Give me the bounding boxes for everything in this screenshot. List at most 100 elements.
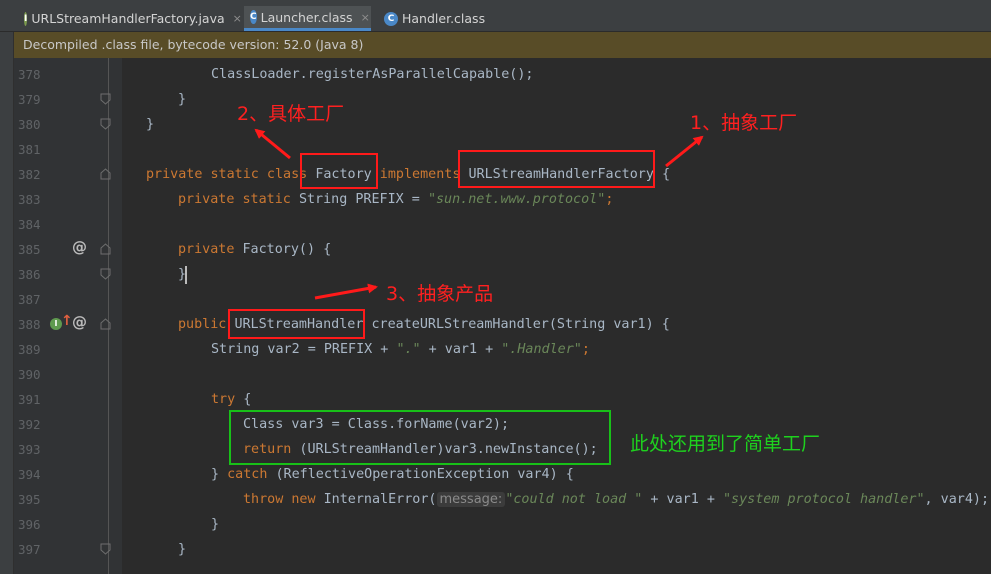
string-literal: "system protocol handler" — [723, 492, 925, 507]
override-at-icon[interactable]: @ — [72, 238, 87, 256]
code-line: 387 — [0, 287, 991, 312]
code-line: 379 } — [0, 87, 991, 112]
code-line: 383 private static String PREFIX = "sun.… — [0, 187, 991, 212]
line-number: 380 — [18, 117, 41, 132]
text-caret — [185, 266, 187, 284]
tab-launcher[interactable]: C Launcher.class × — [244, 6, 371, 31]
punct: } — [211, 467, 228, 482]
code-fragment: createURLStreamHandler(String var1) { — [363, 317, 670, 332]
annotation-box-urlstreamhandler — [228, 309, 365, 339]
line-number: 378 — [18, 67, 41, 82]
line-number: 387 — [18, 292, 41, 307]
code-text: } — [146, 117, 155, 132]
line-number: 381 — [18, 142, 41, 157]
punct: ; — [581, 342, 590, 357]
keyword: private — [178, 242, 243, 257]
keyword: private static — [178, 192, 299, 207]
line-number: 397 — [18, 542, 41, 557]
tab-label: Handler.class — [402, 11, 486, 26]
editor-tab-bar: I URLStreamHandlerFactory.java × C Launc… — [0, 0, 991, 32]
code-fragment: InternalError( — [323, 492, 437, 507]
class-icon: C — [384, 11, 398, 26]
code-fragment: String PREFIX = — [298, 192, 428, 207]
code-line: 390 — [0, 362, 991, 387]
keyword: public — [178, 317, 235, 332]
code-text: } — [211, 517, 220, 532]
code-text: private Factory() { — [178, 237, 331, 262]
annotation-label-concrete-factory: 2、具体工厂 — [237, 103, 345, 125]
keyword: implements — [371, 167, 469, 182]
code-line: 389 String var2 = PREFIX + "." + var1 + … — [0, 337, 991, 362]
annotation-box-factory — [300, 153, 378, 189]
line-number: 391 — [18, 392, 41, 407]
code-line: 378 ClassLoader.registerAsParallelCapabl… — [0, 62, 991, 87]
keyword: private static class — [146, 167, 316, 182]
code-text: private static String PREFIX = "sun.net.… — [178, 187, 613, 212]
code-fragment: (ReflectiveOperationException var4) { — [267, 467, 574, 482]
tab-urlstreamhandlerfactory[interactable]: I URLStreamHandlerFactory.java × — [18, 6, 242, 31]
annotation-label-abstract-factory: 1、抽象工厂 — [690, 112, 798, 134]
code-fragment: + var1 + — [642, 492, 723, 507]
code-text: } catch (ReflectiveOperationException va… — [211, 462, 574, 487]
code-line: 394 } catch (ReflectiveOperationExceptio… — [0, 462, 991, 487]
close-icon[interactable]: × — [233, 12, 242, 25]
line-number: 394 — [18, 467, 41, 482]
annotation-box-simple-factory — [229, 410, 611, 465]
line-number: 393 — [18, 442, 41, 457]
code-line: 388 public URLStreamHandler createURLStr… — [0, 312, 991, 337]
class-icon: C — [250, 10, 257, 24]
code-line: 391 try { — [0, 387, 991, 412]
line-number: 385 — [18, 242, 41, 257]
line-number: 390 — [18, 367, 41, 382]
code-line: 386 } — [0, 262, 991, 287]
line-number: 383 — [18, 192, 41, 207]
tab-label: Launcher.class — [260, 9, 353, 25]
code-text: String var2 = PREFIX + "." + var1 + ".Ha… — [211, 337, 590, 362]
code-fragment: String var2 = PREFIX + — [211, 342, 397, 357]
line-number: 379 — [18, 92, 41, 107]
fold-end-icon[interactable] — [100, 118, 111, 130]
fold-end-icon[interactable] — [100, 543, 111, 555]
code-fragment: , var4); — [924, 492, 990, 507]
line-number: 395 — [18, 492, 41, 507]
parameter-hint: message: — [436, 492, 506, 507]
punct: { — [235, 392, 252, 407]
code-line: 396 } — [0, 512, 991, 537]
code-text: throw new InternalError(message: "could n… — [243, 487, 989, 512]
punct: { — [653, 167, 671, 182]
override-up-arrow-icon[interactable]: ↑ — [61, 313, 73, 329]
code-text: ClassLoader.registerAsParallelCapable(); — [211, 67, 534, 82]
code-text: } — [178, 92, 187, 107]
line-number: 386 — [18, 267, 41, 282]
keyword: catch — [227, 467, 268, 482]
string-literal: "." — [396, 342, 421, 357]
code-line: 397 } — [0, 537, 991, 562]
string-literal: "could not load " — [505, 492, 643, 507]
annotation-label-simple-factory: 此处还用到了简单工厂 — [630, 433, 821, 455]
override-at-icon[interactable]: @ — [72, 313, 87, 331]
code-fragment: + var1 + — [420, 342, 502, 357]
annotation-label-abstract-product: 3、抽象产品 — [386, 283, 494, 305]
interface-icon: I — [24, 11, 28, 26]
fold-start-icon[interactable] — [100, 168, 111, 180]
code-line: 380 } — [0, 112, 991, 137]
code-text: try { — [211, 387, 251, 412]
string-literal: "sun.net.www.protocol" — [427, 192, 606, 207]
tab-label: URLStreamHandlerFactory.java — [31, 11, 225, 26]
keyword: throw new — [243, 492, 324, 507]
line-number: 389 — [18, 342, 41, 357]
fold-start-icon[interactable] — [100, 318, 111, 330]
annotation-box-urlstreamhandlerfactory — [458, 150, 655, 188]
line-number: 396 — [18, 517, 41, 532]
close-icon[interactable]: × — [361, 11, 370, 24]
line-number: 384 — [18, 217, 41, 232]
tab-handler[interactable]: C Handler.class — [378, 6, 498, 31]
fold-start-icon[interactable] — [100, 243, 111, 255]
code-line: 384 — [0, 212, 991, 237]
string-literal: ".Handler" — [501, 342, 582, 357]
line-number: 388 — [18, 317, 41, 332]
code-line: 395 throw new InternalError(message: "cou… — [0, 487, 991, 512]
fold-end-icon[interactable] — [100, 93, 111, 105]
line-number: 382 — [18, 167, 41, 182]
fold-end-icon[interactable] — [100, 268, 111, 280]
